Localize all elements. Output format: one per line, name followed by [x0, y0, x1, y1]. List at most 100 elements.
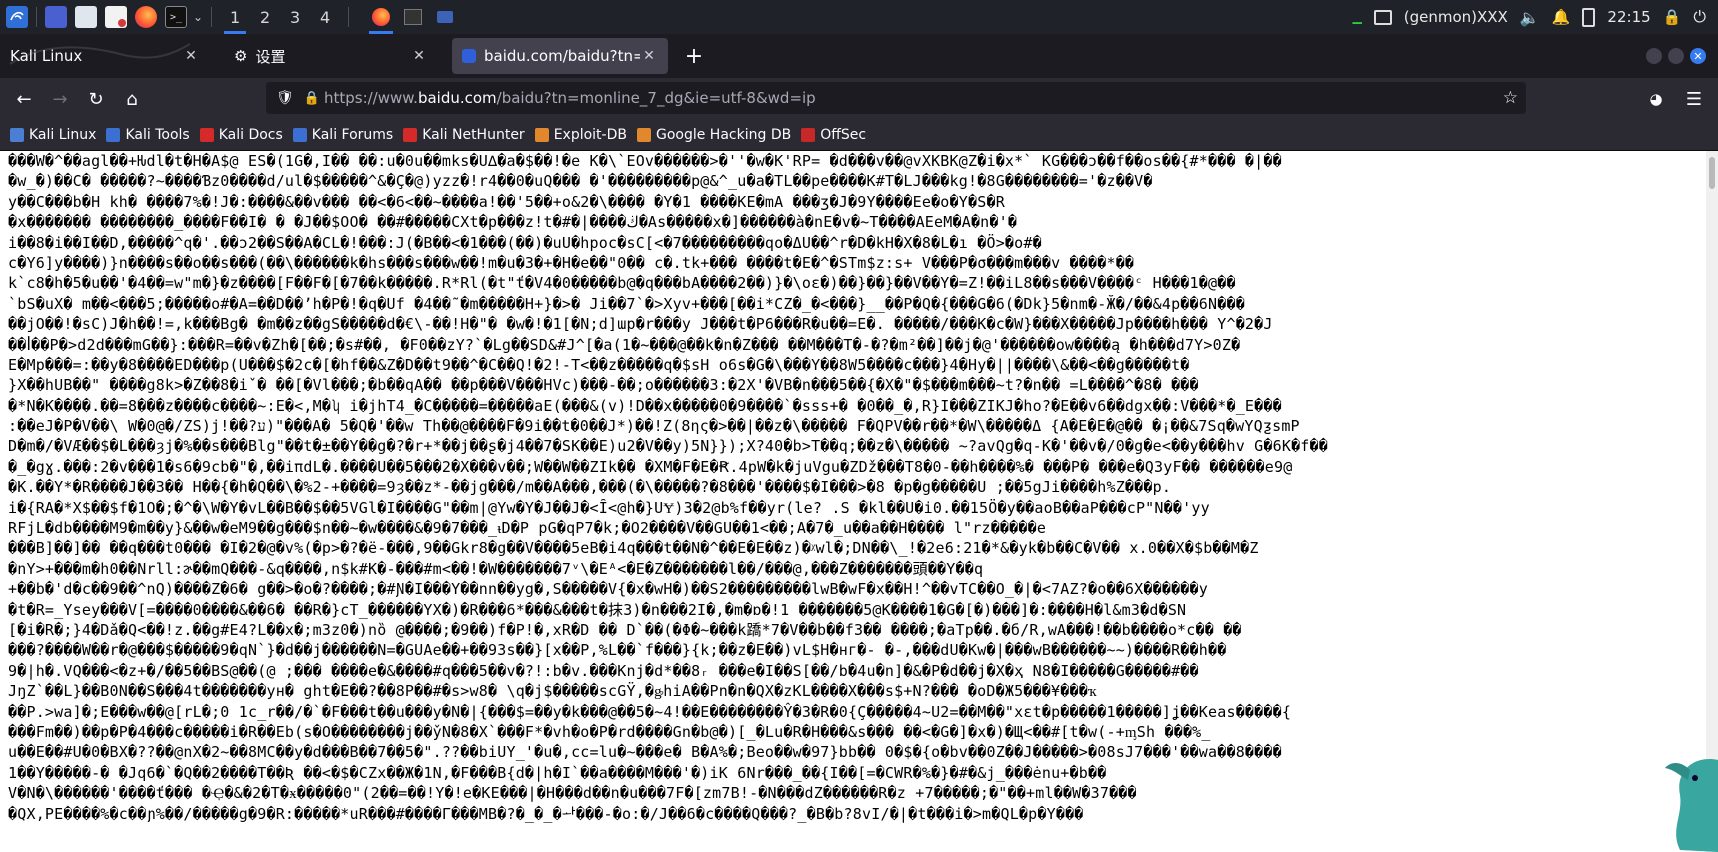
bookmark-exploit-db[interactable]: Exploit-DB	[534, 127, 627, 143]
bookmark-offsec[interactable]: OffSec	[801, 127, 866, 143]
content-line: c�Y6]y����)}n����s��o��s���(��\������k�h…	[8, 253, 1135, 272]
kali-menu-icon[interactable]	[6, 6, 28, 28]
monitor-icon[interactable]	[1373, 9, 1392, 25]
bookmark-kali-forums[interactable]: Kali Forums	[292, 127, 393, 143]
bookmarks-toolbar: Kali Linux Kali Tools Kali Docs Kali For…	[0, 120, 1718, 151]
offsec-icon	[801, 128, 816, 142]
content-line: k`c8�h�5�u��'�4��=w"m�}�z����[F��F�[�7��…	[8, 274, 1236, 293]
terminal-icon[interactable]: >_	[165, 6, 187, 28]
kali-forums-icon	[292, 128, 307, 142]
content-line: ���Fm��)��p�P�4���c�����i�R��Eb(s�O�����…	[8, 722, 1211, 741]
back-button[interactable]: ←	[10, 86, 38, 112]
kali-icon	[10, 128, 24, 142]
content-line: V�N�\������'����ť��� �Ҿ�&�2�T�ӿ�����0"(2…	[8, 784, 1137, 803]
content-line: E�Mp���=:��y�8����ED���p(U���$�2c�[�hf��…	[8, 355, 1190, 374]
content-line: ���?����W��r�@���$�����9�qN`}�d��j������…	[8, 641, 1227, 660]
desktop-panel: >_ ⌄ 1 2 3 4 ▁ (genmon)XXX 🔈 🔔 22:15 🔒 ⏻	[0, 0, 1718, 34]
nethunter-icon	[403, 128, 418, 142]
tab-settings[interactable]: ⚙ 设置 ✕	[224, 38, 438, 74]
notification-bell-icon[interactable]: 🔔	[1552, 8, 1571, 26]
content-line: ���W�^��agl��+Ƕdl�t�H�A$@ ES�(1G�,I�� ��…	[8, 152, 1282, 170]
content-line: �*N�K����.��=8���z����c����~:E�<,M�ʮ i�j…	[8, 396, 1282, 415]
bookmark-kali-tools[interactable]: Kali Tools	[106, 127, 190, 143]
volume-icon[interactable]: 🔈	[1520, 8, 1540, 27]
new-tab-button[interactable]: +	[680, 42, 708, 70]
close-icon[interactable]: ✕	[640, 47, 658, 65]
text-editor-icon[interactable]	[105, 6, 127, 28]
content-line: [�i�R�;}4�Dǎ�Q<��!z.��g#E4?L��x�;m3z0�)n…	[8, 620, 1242, 639]
shield-icon[interactable]: 🛡	[276, 90, 294, 106]
content-line: `bS�uX� m��<���5;�����o#�A=��D��ʼh�P�!�q…	[8, 294, 1245, 313]
panel-separator	[211, 7, 213, 27]
tab-label: 设置	[255, 47, 286, 66]
menu-icon[interactable]: ☰	[1680, 86, 1708, 112]
lock-icon[interactable]: 🔒	[1663, 8, 1682, 26]
content-line: ��jO��!�sC)J�h��!=,k���Bg� �m��z��gS����…	[8, 315, 1273, 334]
content-line: �_�gɣ.���:2�v���1�s6�9cb�"�,��iπdL�.����…	[8, 457, 1293, 476]
minimize-button[interactable]	[1646, 48, 1662, 64]
reload-button[interactable]: ↻	[82, 86, 110, 112]
baidu-favicon-icon	[462, 49, 476, 63]
network-activity-icon: ▁	[1352, 10, 1362, 24]
gear-icon: ⚙	[234, 47, 248, 65]
power-icon[interactable]: ⏻	[1693, 7, 1706, 27]
workspace-1[interactable]: 1	[220, 0, 250, 34]
home-button[interactable]: ⌂	[118, 86, 146, 112]
content-line: �QX,PE����%�c��ɲ%��/�����g�9�R:�����*uR�…	[8, 804, 1084, 823]
url-bar[interactable]: 🛡 🔒 https://www.baidu.com/baidu?tn=monli…	[266, 82, 1526, 114]
tab-label: Kali Linux	[10, 47, 83, 65]
file-manager-icon[interactable]	[75, 6, 97, 28]
genmon-label[interactable]: (genmon)XXX	[1404, 8, 1508, 26]
content-line: �w_�)��C� �����?~����Ɓz0����d/ul�$�����^…	[8, 172, 1153, 191]
navigation-bar: ← → ↻ ⌂ 🛡 🔒 https://www.baidu.com/baidu?…	[0, 78, 1718, 120]
content-line: �K.��Y*�R����J��3�� H��{�h�Q��\�%2-+����…	[8, 478, 1172, 497]
maximize-button[interactable]	[1668, 48, 1684, 64]
task-folder-icon[interactable]	[429, 0, 461, 34]
bookmark-kali-nethunter[interactable]: Kali NetHunter	[403, 127, 525, 143]
ghdb-icon	[636, 128, 651, 142]
panel-separator	[36, 7, 37, 27]
forward-button[interactable]: →	[46, 86, 74, 112]
chevron-down-icon[interactable]: ⌄	[193, 10, 203, 24]
scrollbar-thumb[interactable]	[1709, 157, 1715, 189]
close-icon[interactable]: ✕	[410, 47, 428, 65]
close-window-button[interactable]: ✕	[1690, 48, 1706, 64]
url-text[interactable]: https://www.baidu.com/baidu?tn=monline_7…	[324, 89, 816, 107]
content-line: �nY>+���m�h0��Nrll:ɚ��mQ���-&q����,n$k#K…	[8, 559, 984, 578]
content-line: JŋZ`��L}��B0N��S���4t�������yн� ght�E��?…	[8, 682, 1097, 701]
clock[interactable]: 22:15	[1607, 8, 1650, 26]
task-firefox-icon[interactable]	[365, 0, 397, 34]
page-content: ���W�^��agl��+Ƕdl�t�H�A$@ ES�(1G�,I�� ��…	[0, 151, 1706, 852]
content-line: �x������� ��������_����F��I� � �J��$OO� …	[8, 213, 1018, 232]
bookmark-kali-linux[interactable]: Kali Linux	[10, 127, 96, 143]
close-icon[interactable]: ✕	[182, 47, 200, 65]
workspace-4[interactable]: 4	[310, 0, 340, 34]
pocket-icon[interactable]: ◕	[1642, 86, 1670, 112]
show-desktop-icon[interactable]	[45, 6, 67, 28]
battery-icon[interactable]	[1582, 7, 1596, 27]
content-line: y��C���b�H kh� ����7%�!J�:����&��v��� ��…	[8, 192, 1005, 211]
bookmark-star-icon[interactable]: ☆	[1503, 88, 1518, 108]
task-terminal-icon[interactable]	[397, 0, 429, 34]
tab-baidu[interactable]: baidu.com/baidu?tn=mon ✕	[452, 38, 668, 74]
lock-icon[interactable]: 🔒	[304, 91, 320, 106]
content-line: i�{RA�*X$��$f�1O�;�^�\W�Y�vL��B��$��5VGl…	[8, 498, 1210, 517]
tab-strip: Kali Linux ✕ ⚙ 设置 ✕ baidu.com/baidu?tn=m…	[0, 34, 1718, 78]
bookmark-google-hacking-db[interactable]: Google Hacking DB	[636, 127, 791, 143]
content-line: 9�|h�.VQ���<�z+�/��5��BS@��(@ ;��� ����e…	[8, 661, 1199, 680]
content-line: 1��Y�����-� �Jq6�`�Q��2����T��Ʀ ��<�$�CZ…	[8, 763, 1107, 782]
kali-dragon-mascot-icon	[1665, 759, 1718, 852]
content-line: u��E��#U�0�BX�??��@nX�2~��8MC��y�d���B��…	[8, 743, 1282, 762]
content-line: :��eJ�P�V��\ W�0@�/ZS)j!��?ע)"���A� 5�Q�…	[8, 417, 1300, 436]
firefox-icon[interactable]	[135, 6, 157, 28]
workspace-3[interactable]: 3	[280, 0, 310, 34]
tab-kali-linux[interactable]: Kali Linux ✕	[0, 38, 210, 74]
panel-separator	[348, 7, 350, 27]
content-line: RFjL�db����M9�m��y}&��w�eM9��g���$n��~�w…	[8, 519, 1047, 538]
workspace-2[interactable]: 2	[250, 0, 280, 34]
bookmark-kali-docs[interactable]: Kali Docs	[199, 127, 283, 143]
content-line: }X��hUB��" ����g8k>�Z��8�iˇ� ��[�Vl���;�…	[8, 376, 1199, 395]
kali-tools-icon	[106, 128, 121, 142]
content-line: ��ꟾ��P�>d2d���mG��}:���R=��v�Zh�[��;�s#�…	[8, 335, 1241, 354]
content-line: D�m�/�VӔ��$�L���ȝj�%��s���Blg"��t�±��Y��…	[8, 437, 1328, 456]
